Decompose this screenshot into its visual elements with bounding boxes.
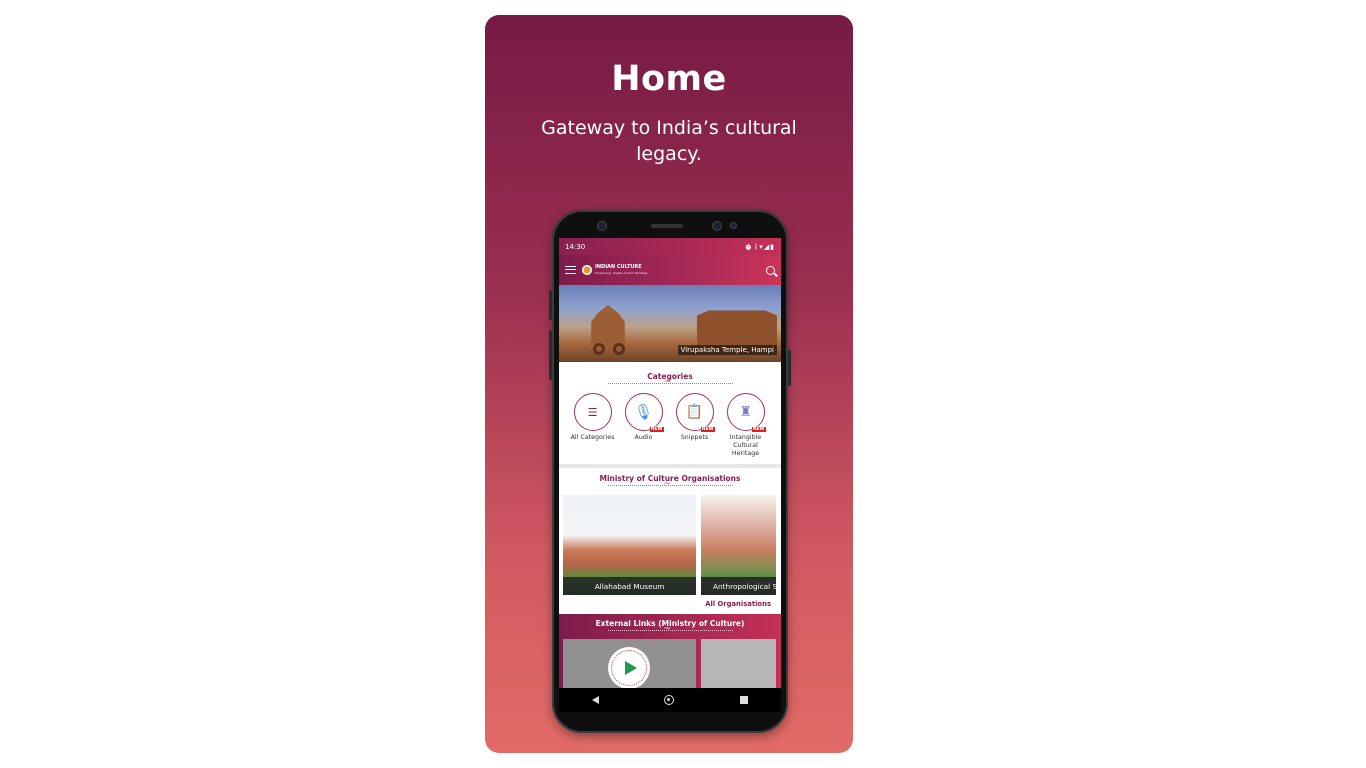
external-link-tile[interactable] xyxy=(563,639,696,689)
alarm-icon: ⏰ xyxy=(744,242,755,251)
app-logo[interactable]: INDIAN CULTURE Preserving, Digital, Indi… xyxy=(582,264,648,276)
category-all[interactable]: ☰ All Categories xyxy=(567,393,618,458)
new-badge: NEW xyxy=(751,427,766,432)
org-card-anthropological-survey[interactable]: Anthropological S xyxy=(701,495,776,595)
new-badge: NEW xyxy=(649,427,664,432)
external-link-tile[interactable] xyxy=(701,639,776,689)
categories-section: Categories ☰ All Categories 🎙 NEW xyxy=(559,372,781,468)
logo-tagline: Preserving, Digital, Indian Heritage xyxy=(595,271,648,275)
category-snippets[interactable]: 📋 NEW Snippets xyxy=(669,393,720,458)
power-button xyxy=(788,350,791,386)
ornament-divider xyxy=(607,377,733,387)
all-organisations-link[interactable]: All Organisations xyxy=(559,600,781,608)
app-bar: INDIAN CULTURE Preserving, Digital, Indi… xyxy=(559,255,781,285)
hero-caption: Virupaksha Temple, Hampi xyxy=(677,345,777,355)
new-badge: NEW xyxy=(700,427,715,432)
card-subtitle: Gateway to India’s cultural legacy. xyxy=(541,117,797,165)
hero-image-wheel xyxy=(613,343,625,355)
status-time: 14:30 xyxy=(565,242,586,251)
search-icon[interactable] xyxy=(766,265,775,275)
card-title: Home xyxy=(611,59,727,99)
category-label: Intangible Cultural Heritage xyxy=(729,434,762,457)
front-camera-icon xyxy=(597,221,607,231)
battery-icon: ▮ xyxy=(770,242,775,251)
clipboard-icon: 📋 xyxy=(685,404,704,420)
home-circle-icon[interactable] xyxy=(664,695,675,705)
category-label: All Categories xyxy=(570,434,615,441)
dancer-icon: ♜ xyxy=(739,404,752,420)
android-nav-bar xyxy=(559,688,781,712)
organisations-section: Ministry of Culture Organisations Allaha… xyxy=(559,474,781,608)
category-circle: 🎙 NEW xyxy=(624,393,664,432)
hero-image-chariot xyxy=(591,305,625,347)
organisations-carousel[interactable]: Allahabad Museum Anthropological S xyxy=(559,495,781,595)
status-bar: 14:30 ⏰ᛒ▾◢▮ xyxy=(559,238,781,255)
category-circle: 📋 NEW xyxy=(675,393,715,432)
external-links-carousel[interactable] xyxy=(559,639,781,689)
sensor-icon xyxy=(712,221,722,231)
category-label: Snippets xyxy=(680,434,709,441)
hero-banner[interactable]: Virupaksha Temple, Hampi xyxy=(559,285,781,362)
feature-card: Home Gateway to India’s cultural legacy.… xyxy=(485,15,853,753)
sensor-icon xyxy=(730,222,737,229)
external-links-section: External Links (Ministry of Culture) xyxy=(559,614,781,694)
hamburger-icon[interactable] xyxy=(565,266,576,274)
back-triangle-icon[interactable] xyxy=(591,696,599,704)
category-label: Audio xyxy=(634,434,653,441)
play-logo-icon xyxy=(608,647,650,689)
volume-button xyxy=(549,290,552,320)
org-card-allahabad-museum[interactable]: Allahabad Museum xyxy=(563,495,696,595)
phone-mockup: 14:30 ⏰ᛒ▾◢▮ INDIAN CULTURE Preserving, D… xyxy=(549,210,791,733)
ornament-divider xyxy=(607,479,733,489)
org-card-label: Anthropological S xyxy=(701,577,776,595)
microphone-icon: 🎙 xyxy=(633,403,654,421)
org-card-label: Allahabad Museum xyxy=(563,577,696,595)
section-divider xyxy=(559,464,781,468)
earpiece-speaker xyxy=(651,224,683,228)
hero-image-wheel xyxy=(593,343,605,355)
category-intangible-heritage[interactable]: ♜ NEW Intangible Cultural Heritage xyxy=(720,393,771,458)
volume-button xyxy=(549,330,552,380)
app-screen: 14:30 ⏰ᛒ▾◢▮ INDIAN CULTURE Preserving, D… xyxy=(559,238,781,704)
logo-emblem-icon xyxy=(582,265,592,275)
category-audio[interactable]: 🎙 NEW Audio xyxy=(618,393,669,458)
ornament-divider xyxy=(607,624,733,634)
category-circle: ☰ xyxy=(573,393,612,431)
status-icons: ⏰ᛒ▾◢▮ xyxy=(744,243,775,251)
categories-list: ☰ All Categories 🎙 NEW Audio 📋 NEW Snipp… xyxy=(559,393,781,458)
recent-square-icon[interactable] xyxy=(740,696,749,704)
category-circle: ♜ NEW xyxy=(726,393,766,432)
list-icon: ☰ xyxy=(587,405,598,419)
